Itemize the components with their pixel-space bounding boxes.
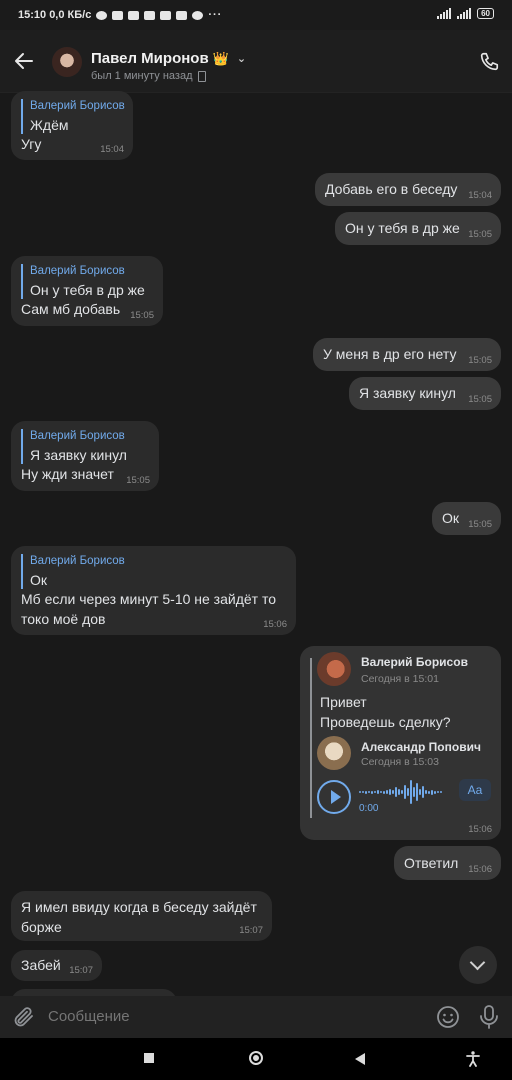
more-notifications-icon: ···: [208, 9, 223, 21]
forward-author: Валерий Борисов: [361, 655, 468, 669]
chat-header: Павел Миронов 👑 ⌄ был 1 минуту назад: [0, 30, 512, 93]
message-outgoing[interactable]: Добавь его в беседу 15:04: [315, 173, 501, 206]
reply-text: Он у тебя в др же: [30, 282, 145, 298]
message-outgoing[interactable]: Я заявку кинул 15:05: [349, 377, 501, 410]
reply-quote: Валерий Борисов Ждём: [21, 99, 125, 134]
message-incoming[interactable]: Валерий Борисов Ждём Угу 15:04: [11, 91, 133, 160]
message-incoming[interactable]: Я имел ввиду когда в беседу зайдёт борже…: [11, 891, 272, 941]
message-text: Ответил: [404, 855, 459, 871]
voice-waveform[interactable]: [359, 779, 442, 805]
message-composer: [0, 996, 512, 1038]
message-incoming[interactable]: Валерий Борисов Ок Мб если через минут 5…: [11, 546, 296, 635]
last-seen: был 1 минуту назад: [91, 70, 206, 82]
mobile-icon: [197, 70, 206, 82]
avatar[interactable]: [52, 47, 82, 77]
youtube-icon: [128, 10, 140, 20]
message-time: 15:05: [126, 475, 150, 486]
message-time: 15:06: [468, 824, 492, 835]
message-incoming[interactable]: Валерий Борисов Он у тебя в др же Сам мб…: [11, 256, 163, 326]
message-time: 15:06: [468, 864, 492, 875]
message-text: Мб если через минут 5-10 не зайдёт то то…: [21, 591, 277, 627]
accessibility-icon[interactable]: [466, 1051, 480, 1067]
message-time: 15:05: [468, 394, 492, 405]
message-time: 15:06: [263, 619, 287, 630]
play-icon[interactable]: [317, 780, 351, 814]
voice-duration: 0:00: [359, 803, 379, 814]
message-text: Угу: [21, 136, 42, 152]
message-outgoing[interactable]: Он у тебя в др же 15:05: [335, 212, 501, 245]
message-outgoing[interactable]: У меня в др его нету 15:05: [313, 338, 501, 371]
reply-author: Валерий Борисов: [30, 265, 125, 277]
forward-bar: [310, 658, 312, 818]
status-left: 15:10 0,0 КБ/с ···: [18, 9, 222, 21]
message-text: Сам мб добавь: [21, 301, 121, 317]
message-text: Добавь его в беседу: [325, 181, 458, 197]
forward-author-avatar: [317, 652, 351, 686]
reply-text: Ок: [30, 572, 48, 588]
message-input[interactable]: [48, 1008, 408, 1025]
message-text: Ок: [442, 510, 460, 526]
message-time: 15:05: [468, 355, 492, 366]
youtube-icon: [160, 10, 172, 20]
back-arrow-icon[interactable]: [12, 49, 36, 73]
reply-quote: Валерий Борисов Он у тебя в др же: [21, 264, 145, 299]
message-time: 15:04: [468, 190, 492, 201]
youtube-icon: [144, 10, 156, 20]
message-time: 15:07: [239, 925, 263, 936]
emoji-icon[interactable]: [436, 1005, 460, 1029]
notification-icon: [112, 10, 124, 20]
message-incoming[interactable]: Забей 15:07: [11, 950, 102, 981]
recents-icon[interactable]: [144, 1053, 154, 1063]
signal-icon: [437, 8, 452, 19]
youtube-icon: [176, 10, 188, 20]
crown-icon: 👑: [212, 50, 229, 66]
message-outgoing[interactable]: Ок 15:05: [432, 502, 501, 535]
message-forwarded[interactable]: Валерий Борисов Сегодня в 15:01 Привет П…: [300, 646, 501, 840]
signal-icon: [457, 8, 472, 19]
paperclip-icon[interactable]: [12, 1005, 36, 1029]
message-incoming[interactable]: Валерий Борисов Я заявку кинул Ну жди зн…: [11, 421, 159, 491]
phone-call-icon[interactable]: [478, 51, 500, 73]
message-text: Ну жди значет: [21, 466, 114, 482]
transcribe-button[interactable]: Aa: [459, 779, 491, 801]
reply-quote: Валерий Борисов Ок: [21, 554, 125, 589]
contact-name-text: Павел Миронов: [91, 50, 209, 67]
chevron-down-icon: ⌄: [236, 53, 247, 65]
home-icon[interactable]: [249, 1051, 263, 1065]
last-seen-text: был 1 минуту назад: [91, 70, 193, 82]
reply-text: Ждём: [30, 117, 69, 133]
message-time: 15:05: [130, 310, 154, 321]
status-bar: 15:10 0,0 КБ/с ··· 60: [0, 0, 512, 30]
reply-text: Я заявку кинул: [30, 447, 127, 463]
system-navigation-bar: [0, 1038, 512, 1080]
message-time: 15:04: [100, 144, 124, 155]
message-text: У меня в др его нету: [323, 346, 457, 362]
message-text: Я заявку кинул: [359, 385, 456, 401]
scroll-down-button[interactable]: [459, 946, 497, 984]
message-time: 15:05: [468, 229, 492, 240]
reply-author: Валерий Борисов: [30, 555, 125, 567]
inner-author-avatar: [317, 736, 351, 770]
contact-name[interactable]: Павел Миронов 👑 ⌄: [91, 50, 246, 67]
inner-date: Сегодня в 15:03: [361, 756, 439, 768]
chat-icon: [192, 10, 204, 20]
status-time: 15:10 0,0 КБ/с: [18, 9, 92, 21]
reply-author: Валерий Борисов: [30, 430, 125, 442]
whatsapp-icon: [96, 10, 108, 20]
battery-icon: 60: [477, 8, 494, 19]
forward-date: Сегодня в 15:01: [361, 673, 439, 685]
message-text: Он у тебя в др же: [345, 220, 460, 236]
inner-author: Александр Попович: [361, 740, 481, 754]
message-time: 15:07: [69, 965, 93, 976]
status-right: 60: [437, 8, 494, 19]
reply-quote: Валерий Борисов Я заявку кинул: [21, 429, 127, 464]
message-time: 15:05: [468, 519, 492, 530]
reply-author: Валерий Борисов: [30, 100, 125, 112]
message-text: Забей: [21, 957, 61, 973]
message-outgoing[interactable]: Ответил 15:06: [394, 846, 501, 880]
message-text: Я имел ввиду когда в беседу зайдёт борже: [21, 899, 257, 935]
forward-text: Привет Проведешь сделку?: [320, 694, 451, 730]
microphone-icon[interactable]: [478, 1004, 500, 1030]
back-icon[interactable]: [355, 1053, 365, 1065]
